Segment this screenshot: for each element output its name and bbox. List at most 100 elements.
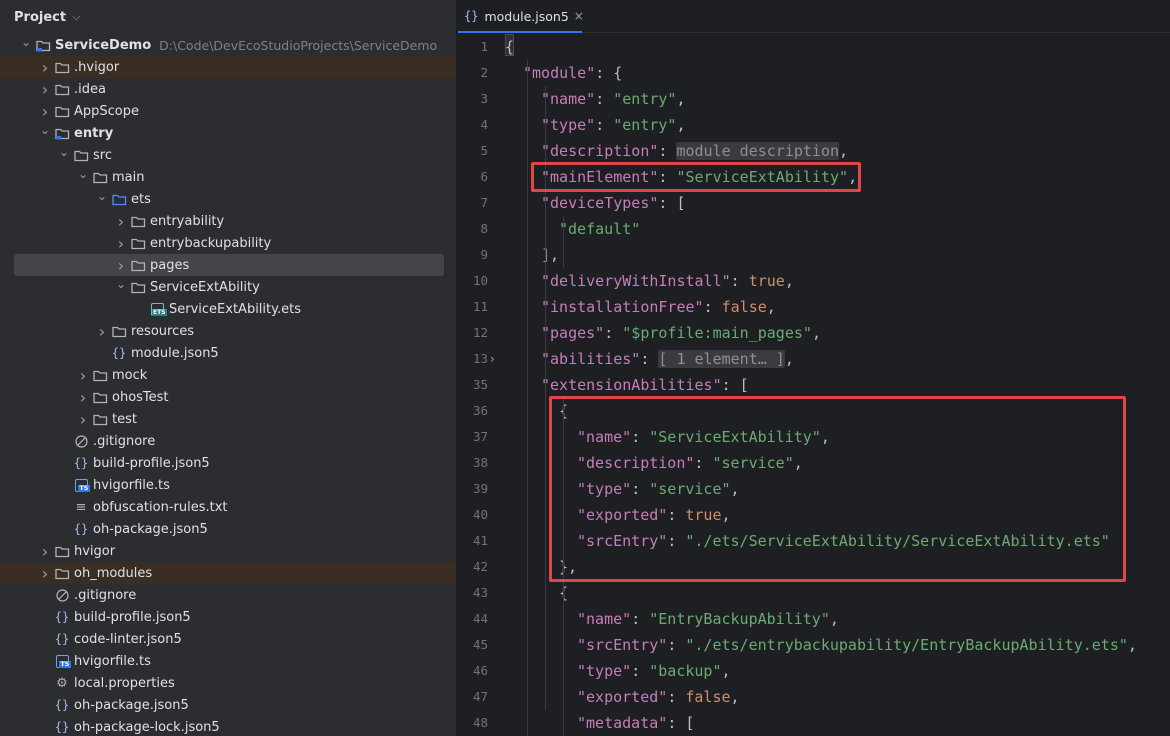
line-number: 9 — [480, 247, 488, 262]
json-file-icon: {} — [54, 610, 70, 624]
punctuation: : — [658, 142, 677, 160]
tree-item[interactable]: › entrybackupability — [0, 232, 456, 254]
source-folder-icon — [110, 193, 128, 206]
tree-item-label: ServiceExtAbility.ets — [169, 301, 301, 317]
chevron-down-icon[interactable]: ⌄ — [75, 167, 91, 181]
json-string: "default" — [559, 220, 641, 238]
chevron-right-icon[interactable]: › — [75, 410, 91, 429]
chevron-right-icon[interactable]: › — [94, 322, 110, 341]
project-panel: Project ⌵ ⌄ ServiceDemo D:\Code\DevEcoStud… — [0, 0, 456, 736]
tree-item-label: code-linter.json5 — [74, 631, 182, 647]
close-icon[interactable]: × — [574, 9, 584, 23]
tree-item[interactable]: ⌄ src — [0, 144, 456, 166]
tree-item-label: oh-package.json5 — [74, 697, 189, 713]
chevron-down-icon[interactable]: ⌄ — [18, 35, 34, 49]
line-number: 6 — [480, 169, 488, 184]
tree-item[interactable]: ETS ServiceExtAbility.ets — [0, 298, 456, 320]
code-line: "description": module description, — [541, 138, 848, 164]
tree-item[interactable]: .gitignore — [0, 430, 456, 452]
line-number: 7 — [480, 195, 488, 210]
line-number: 12 — [472, 325, 488, 340]
punctuation: , — [766, 298, 776, 316]
punctuation: , — [839, 142, 849, 160]
tree-item-label: module.json5 — [131, 345, 219, 361]
tree-item[interactable]: › .hvigor — [0, 56, 456, 78]
tree-item[interactable]: › ohosTest — [0, 386, 456, 408]
tree-item[interactable]: {} oh-package.json5 — [0, 518, 456, 540]
tree-item[interactable]: › AppScope — [0, 100, 456, 122]
tree-item-path: D:\Code\DevEcoStudioProjects\ServiceDemo — [159, 37, 438, 53]
line-number: 4 — [480, 117, 488, 132]
chevron-right-icon[interactable]: › — [37, 102, 53, 121]
tab-module-json5[interactable]: {} module.json5 × — [458, 0, 592, 32]
chevron-right-icon[interactable]: › — [75, 388, 91, 407]
folded-region[interactable]: module description — [676, 142, 840, 160]
tree-item[interactable]: {} code-linter.json5 — [0, 628, 456, 650]
json-string: "EntryBackupAbility" — [649, 610, 830, 628]
tree-item[interactable]: TS hvigorfile.ts — [0, 474, 456, 496]
tree-item[interactable]: › oh_modules — [0, 562, 456, 584]
chevron-down-icon[interactable]: ⌄ — [94, 189, 110, 203]
line-number: 37 — [472, 429, 488, 444]
punctuation: , — [829, 610, 839, 628]
module-folder-icon — [53, 127, 71, 140]
tree-item[interactable]: › test — [0, 408, 456, 430]
tree-item[interactable]: ⌄ ServiceDemo D:\Code\DevEcoStudioProjects… — [0, 34, 456, 56]
chevron-right-icon[interactable]: › — [113, 256, 129, 275]
chevron-down-icon[interactable]: ⌄ — [113, 277, 129, 291]
chevron-right-icon[interactable]: › — [37, 542, 53, 561]
chevron-right-icon[interactable]: › — [75, 366, 91, 385]
tree-item[interactable]: {} module.json5 — [0, 342, 456, 364]
tree-item[interactable]: ⌄ main — [0, 166, 456, 188]
punctuation: , — [676, 90, 686, 108]
tree-item[interactable]: .gitignore — [0, 584, 456, 606]
tree-item-label: ServiceExtAbility — [150, 279, 260, 295]
tree-item[interactable]: ⌄ ServiceExtAbility — [0, 276, 456, 298]
tree-item-label: oh_modules — [74, 565, 153, 581]
chevron-right-icon[interactable]: › — [113, 212, 129, 231]
fold-expand-icon[interactable]: › — [490, 346, 500, 372]
chevron-right-icon[interactable]: › — [37, 58, 53, 77]
project-panel-header[interactable]: Project ⌵ — [0, 0, 456, 34]
json-file-icon: {} — [54, 632, 70, 646]
code-line: ], — [541, 242, 559, 268]
tree-item[interactable]: TS hvigorfile.ts — [0, 650, 456, 672]
tree-item[interactable]: {} oh-package-lock.json5 — [0, 716, 456, 736]
tree-item[interactable]: {} oh-package.json5 — [0, 694, 456, 716]
folder-icon — [91, 171, 109, 184]
indent-guide — [527, 60, 528, 736]
tree-item[interactable]: › pages — [14, 254, 444, 276]
tree-item[interactable]: ⌄ entry — [0, 122, 456, 144]
tree-item[interactable]: › mock — [0, 364, 456, 386]
chevron-right-icon[interactable]: › — [37, 564, 53, 583]
folder-icon — [91, 391, 109, 404]
tree-item[interactable]: ⌄ ets — [0, 188, 456, 210]
tree-item[interactable]: › hvigor — [0, 540, 456, 562]
tree-item[interactable]: ⚙ local.properties — [0, 672, 456, 694]
json-key: "metadata" — [577, 714, 668, 732]
tree-item[interactable]: › .idea — [0, 78, 456, 100]
chevron-right-icon[interactable]: › — [37, 80, 53, 99]
chevron-down-icon[interactable]: ⌄ — [56, 145, 72, 159]
code-line: "deviceTypes": [ — [541, 190, 686, 216]
tree-item[interactable]: {} build-profile.json5 — [0, 606, 456, 628]
tree-item[interactable]: {} build-profile.json5 — [0, 452, 456, 474]
folder-icon — [53, 61, 71, 74]
tree-item-label: .gitignore — [93, 433, 156, 449]
folder-icon — [129, 259, 147, 272]
tree-item[interactable]: ≡ obfuscation-rules.txt — [0, 496, 456, 518]
folder-icon — [91, 413, 109, 426]
tree-item-label: resources — [131, 323, 195, 339]
active-tab-indicator — [458, 31, 582, 33]
highlight-box-main-element — [531, 162, 861, 192]
json-key: "abilities" — [541, 350, 641, 368]
folder-icon — [129, 237, 147, 250]
tree-item[interactable]: › entryability — [0, 210, 456, 232]
chevron-right-icon[interactable]: › — [113, 234, 129, 253]
chevron-down-icon[interactable]: ⌵ — [72, 10, 80, 24]
line-number: 3 — [480, 91, 488, 106]
punctuation: : — [640, 350, 659, 368]
tree-item[interactable]: › resources — [0, 320, 456, 342]
folded-region[interactable]: [ 1 element… ] — [658, 350, 785, 368]
chevron-down-icon[interactable]: ⌄ — [37, 123, 53, 137]
